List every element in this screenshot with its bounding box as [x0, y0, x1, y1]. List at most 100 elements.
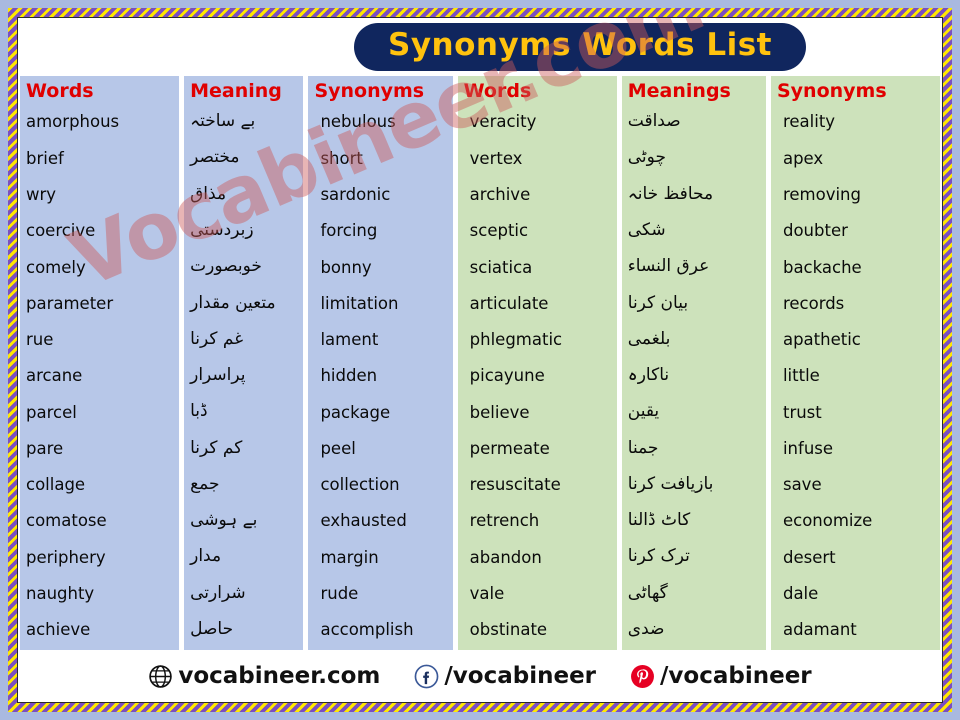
table-cell: متعین مقدار	[190, 292, 276, 313]
table-cell: naughty	[26, 583, 95, 603]
table-cell: nebulous	[320, 112, 396, 132]
table-cell: کاٹ ڈالنا	[627, 510, 691, 531]
footer-pinterest-label: /vocabineer	[660, 663, 812, 689]
table-cell: بلغمی	[627, 328, 671, 349]
table-cell: doubter	[782, 221, 848, 241]
table-cell: phlegmatic	[469, 330, 563, 350]
poster: Synonyms Words List Words amorphous brie…	[0, 0, 960, 720]
table-cell: ڈبا	[190, 401, 208, 422]
table-cell: picayune	[469, 366, 545, 386]
table-cell: یقین	[627, 401, 660, 422]
table-cell: کم کرنا	[190, 437, 243, 458]
table-cell: arcane	[26, 366, 83, 386]
column-words-2: Words veracity vertex archive sceptic sc…	[457, 76, 617, 650]
table-cell: periphery	[26, 547, 106, 567]
table-cell: hidden	[320, 366, 378, 386]
table-cell: عرق النساء	[627, 256, 710, 277]
table-cell: wry	[26, 185, 57, 204]
table-cell: collage	[26, 475, 86, 495]
table-cell: adamant	[782, 620, 857, 640]
footer-website[interactable]: vocabineer.com	[148, 663, 380, 689]
table-cell: economize	[782, 511, 873, 531]
column-synonyms-2: Synonyms reality apex removing doubter b…	[770, 76, 941, 650]
table-cell: amorphous	[26, 112, 120, 132]
table-cell: comely	[26, 257, 86, 277]
table-cell: short	[320, 148, 363, 168]
globe-icon	[148, 664, 173, 689]
table-cell: desert	[782, 547, 836, 567]
table-cell: بازیافت کرنا	[627, 473, 714, 494]
footer-pinterest[interactable]: /vocabineer	[630, 663, 812, 689]
table-cell: خوبصورت	[190, 256, 262, 277]
table-cell: accomplish	[320, 620, 414, 640]
footer-facebook[interactable]: /vocabineer	[414, 663, 596, 689]
table-cell: جمع	[190, 473, 220, 494]
table-cell: limitation	[320, 293, 399, 313]
table-cell: چوٹی	[627, 147, 666, 168]
table-cell: abandon	[469, 547, 542, 567]
table-cell: records	[782, 293, 845, 313]
table-cell: margin	[320, 547, 379, 567]
table-cell: retrench	[469, 511, 540, 531]
poster-sheet: Synonyms Words List Words amorphous brie…	[17, 17, 943, 703]
table-cell: resuscitate	[469, 475, 561, 495]
footer-facebook-label: /vocabineer	[444, 663, 597, 689]
column-header-meaning-1: Meaning	[190, 80, 282, 102]
footer: vocabineer.com /vocabineer /vocabineer	[18, 650, 942, 702]
table-cell: زبردستی	[190, 220, 254, 240]
table-cell: rude	[320, 583, 359, 603]
table-cell: بے ہوشی	[190, 510, 258, 531]
table-cell: vertex	[469, 148, 523, 168]
table-cell: مختصر	[190, 147, 240, 168]
facebook-icon	[414, 664, 439, 689]
table-cell: rue	[26, 330, 54, 350]
footer-website-label: vocabineer.com	[178, 663, 381, 689]
table-cell: backache	[782, 257, 862, 277]
table-cell: articulate	[469, 293, 549, 313]
title-row: Synonyms Words List	[18, 18, 942, 76]
column-header-synonyms-1: Synonyms	[314, 80, 425, 102]
table-cell: parcel	[26, 402, 77, 422]
table-cell: پراسرار	[190, 365, 246, 386]
table-cell: package	[320, 402, 391, 422]
table-cell: archive	[469, 185, 531, 204]
column-header-meanings-2: Meanings	[627, 80, 731, 102]
table-cell: بے ساختہ	[190, 111, 256, 132]
table-cell: brief	[26, 148, 64, 168]
table-cell: achieve	[26, 620, 91, 640]
table-cell: pare	[26, 438, 64, 458]
table-cell: vale	[469, 583, 505, 603]
column-header-words-2: Words	[463, 80, 532, 102]
table-cell: lament	[320, 330, 379, 350]
table-cell: exhausted	[320, 511, 407, 531]
table-cell: مدار	[190, 546, 222, 567]
table-cell: peel	[320, 438, 356, 458]
table-cell: جمنا	[627, 437, 659, 458]
table-cell: apex	[782, 148, 824, 168]
table-cell: little	[782, 366, 820, 386]
table-cell: بیان کرنا	[627, 292, 689, 313]
table-cell: شکی	[627, 220, 666, 240]
table-cell: شرارتی	[190, 582, 246, 603]
table-cell: comatose	[26, 511, 107, 531]
table-cell: ناکارہ	[627, 365, 670, 386]
table-cell: obstinate	[469, 620, 548, 640]
table-cell: صداقت	[627, 111, 681, 132]
table-cell: coercive	[26, 221, 96, 241]
table-cell: removing	[782, 185, 861, 204]
table-cell: غم کرنا	[190, 328, 244, 349]
column-header-words-1: Words	[26, 80, 94, 102]
table-cell: trust	[782, 402, 822, 422]
column-header-synonyms-2: Synonyms	[776, 80, 887, 102]
pinterest-icon	[630, 664, 655, 689]
table-cell: veracity	[469, 112, 537, 132]
table-cell: ضدی	[627, 618, 665, 639]
table-cell: dale	[782, 583, 819, 603]
table-cell: sciatica	[469, 257, 533, 277]
table-cell: bonny	[320, 257, 372, 277]
table-cell: parameter	[26, 293, 114, 313]
table-cell: sardonic	[320, 185, 391, 204]
table-cell: believe	[469, 402, 530, 422]
column-meaning-1: Meaning بے ساختہ مختصر مذاق زبردستی خوبص…	[184, 76, 304, 650]
synonyms-table: Words amorphous brief wry coercive comel…	[18, 76, 942, 650]
